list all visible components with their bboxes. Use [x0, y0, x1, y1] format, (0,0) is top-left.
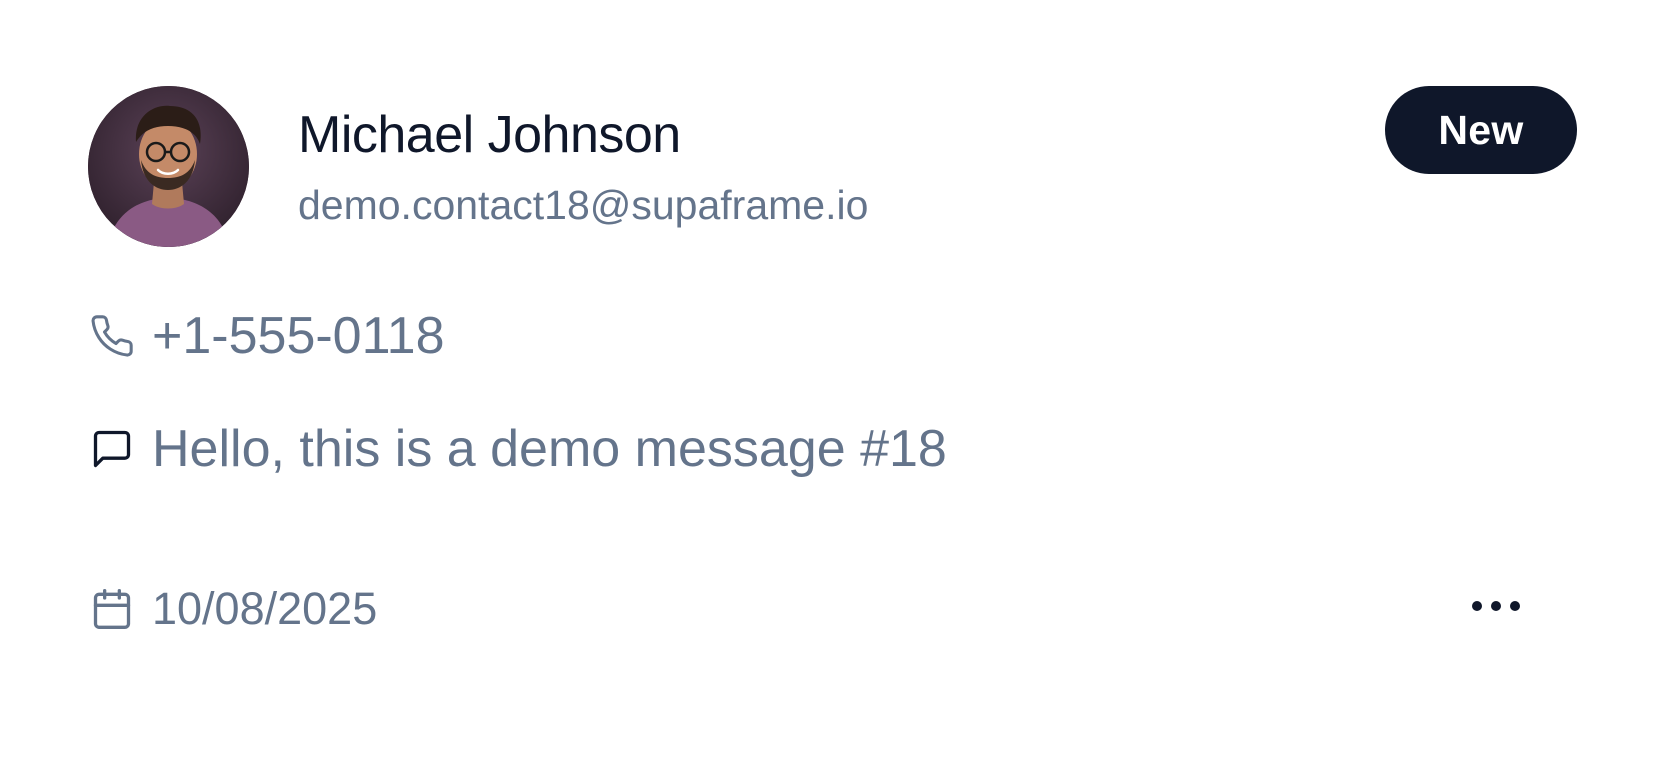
contact-email[interactable]: demo.contact18@supaframe.io: [298, 180, 868, 230]
avatar-photo: [88, 86, 249, 247]
avatar: [88, 86, 249, 247]
message-row: Hello, this is a demo message #18: [88, 418, 947, 480]
phone-row: +1-555-0118: [88, 305, 445, 367]
contact-name: Michael Johnson: [298, 106, 681, 164]
contact-phone[interactable]: +1-555-0118: [152, 305, 445, 367]
calendar-icon: [88, 585, 136, 633]
more-options-button[interactable]: [1462, 586, 1530, 630]
contact-card[interactable]: Michael Johnson demo.contact18@supaframe…: [0, 0, 1662, 764]
more-horizontal-icon: [1470, 599, 1522, 618]
status-badge: New: [1385, 86, 1577, 174]
message-square-icon: [88, 425, 136, 473]
date-row: 10/08/2025: [88, 581, 377, 637]
phone-icon: [88, 312, 136, 360]
contact-date: 10/08/2025: [152, 583, 378, 634]
contact-message: Hello, this is a demo message #18: [152, 420, 947, 478]
